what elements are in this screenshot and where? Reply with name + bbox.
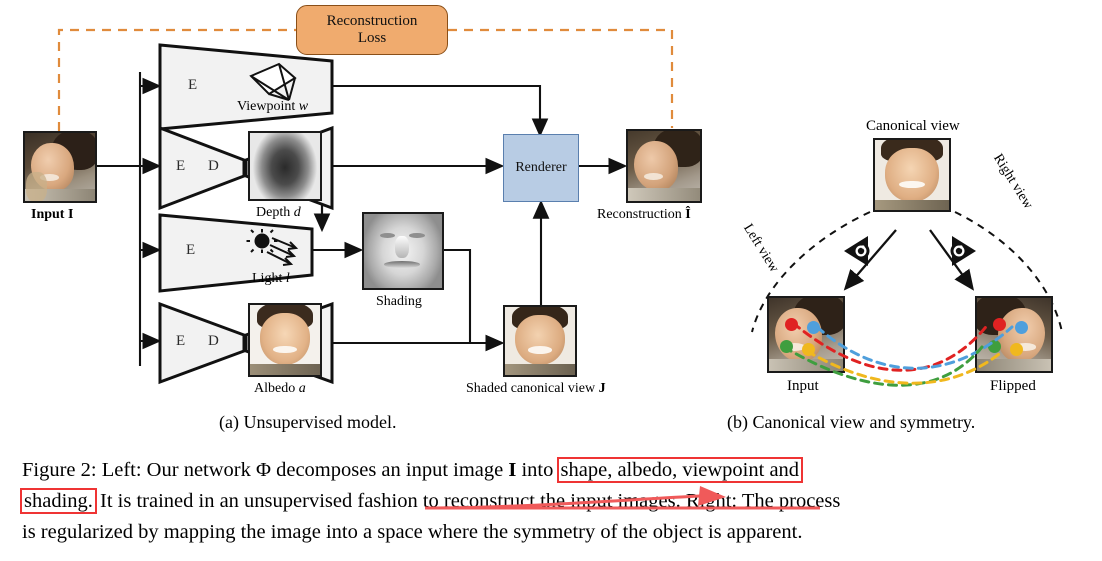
caption-red-arrow-annotation bbox=[424, 486, 820, 510]
figure-root: Reconstruction Loss Input I E E D E E D bbox=[0, 0, 1102, 561]
